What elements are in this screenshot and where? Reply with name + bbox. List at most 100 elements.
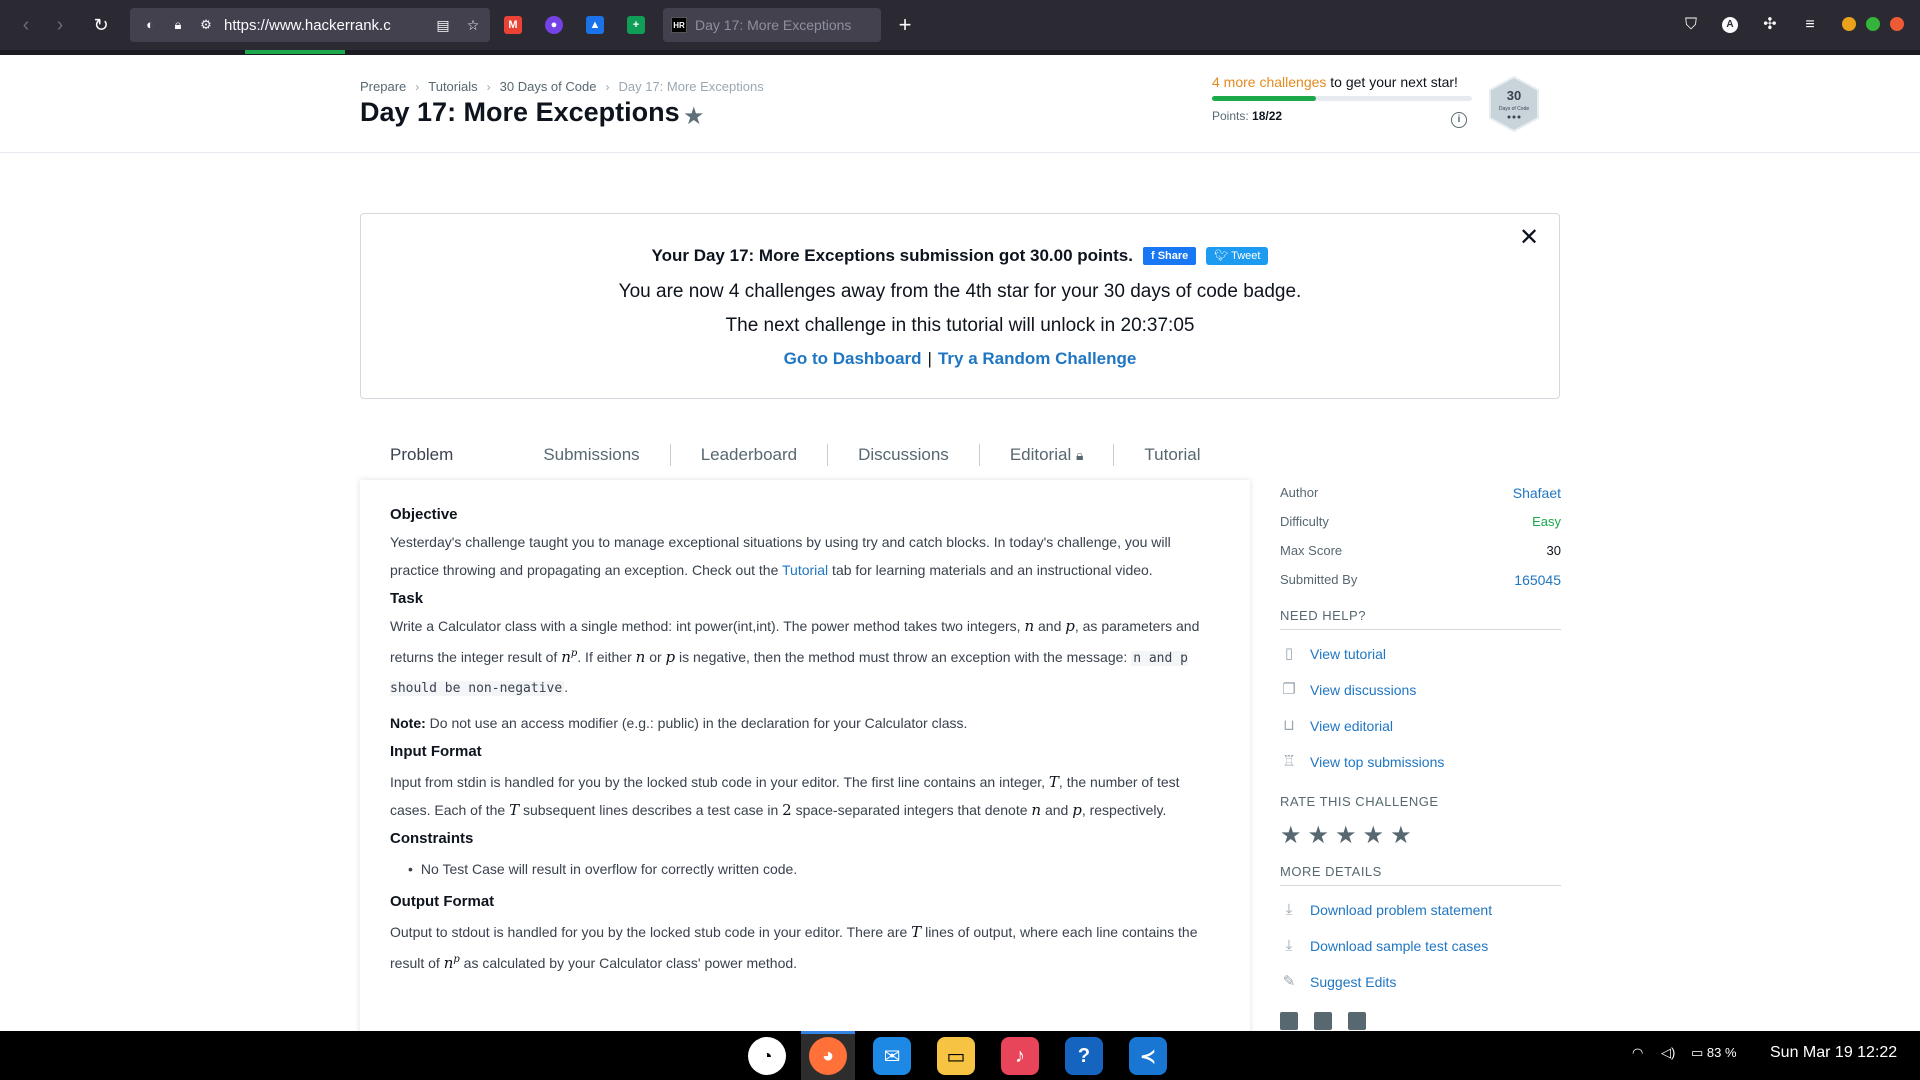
back-icon[interactable]: ‹ [13, 12, 39, 38]
author-link[interactable]: Shafaet [1513, 485, 1561, 501]
lock-icon[interactable]: 🔒︎ [170, 17, 186, 33]
meta-key: Author [1280, 485, 1319, 500]
pencil-icon: ✎ [1282, 973, 1296, 990]
input-text-part: , respectively. [1081, 802, 1167, 818]
mail-icon[interactable]: ✉ [873, 1037, 911, 1075]
extensions-icon[interactable]: ✣ [1758, 13, 1782, 37]
os-taskbar: ◔ ◕ ✉ ▭ ♪ ? ≺ ◠ ◁) ▭ 83 % Sun Mar 19 12:… [0, 1031, 1920, 1080]
clock[interactable]: Sun Mar 19 12:22 [1770, 1044, 1897, 1062]
rating-star-icon[interactable]: ★ [1363, 821, 1385, 850]
battery-icon: ▭ [1691, 1045, 1707, 1060]
vscode-icon[interactable]: ≺ [1129, 1037, 1167, 1075]
task-text-part: . If either [577, 649, 636, 665]
challenge-sidebar: Author Shafaet Difficulty Easy Max Score… [1280, 478, 1561, 1030]
maximize-button[interactable] [1866, 17, 1880, 31]
volume-icon[interactable]: ◁) [1661, 1045, 1675, 1061]
view-discussions-link[interactable]: ❐ View discussions [1280, 672, 1561, 708]
browser-toolbar: ‹ › ↻ ◐ 🔒︎ ⚙︎ https://www.hackerrank.c ▤… [0, 0, 1920, 50]
menu-icon[interactable]: ≡ [1798, 13, 1822, 37]
rating-star-icon[interactable]: ★ [1280, 821, 1302, 850]
math-T: T [509, 801, 520, 819]
open-book-icon: ⊔ [1283, 717, 1295, 734]
help-icon[interactable]: ? [1065, 1037, 1103, 1075]
bookmark-star-icon[interactable]: ★ [683, 102, 705, 131]
meta-author: Author Shafaet [1280, 478, 1561, 507]
wifi-icon[interactable]: ◠ [1632, 1045, 1643, 1061]
forward-icon[interactable]: › [47, 12, 73, 38]
facebook-share-button[interactable]: f Share [1142, 247, 1197, 265]
tab-editorial-label: Editorial [1009, 445, 1072, 464]
tab-submissions[interactable]: Submissions [513, 444, 671, 466]
tab-editorial[interactable]: Editorial 🔒︎ [980, 444, 1115, 466]
facebook-icon: f [1150, 250, 1158, 262]
info-icon[interactable]: i [1451, 112, 1467, 128]
random-challenge-link[interactable]: Try a Random Challenge [938, 349, 1136, 368]
new-tab-icon[interactable]: + [892, 12, 918, 38]
max-score-value: 30 [1546, 543, 1561, 558]
reader-view-icon[interactable]: ▤ [435, 17, 451, 33]
firefox-icon[interactable]: ◕ [809, 1037, 847, 1075]
hackerrank-icon: HR [671, 17, 687, 33]
minimize-button[interactable] [1842, 17, 1856, 31]
breadcrumb-tutorials[interactable]: Tutorials [428, 79, 477, 94]
account-icon[interactable]: A [1718, 13, 1742, 37]
tab-tutorial[interactable]: Tutorial [1114, 444, 1230, 466]
math-n: n [635, 648, 646, 666]
pinned-tab-firefox[interactable]: ● [539, 10, 569, 40]
pinned-tab-gmail[interactable]: M [498, 10, 528, 40]
facebook-icon[interactable] [1280, 1012, 1298, 1030]
tab-discussions[interactable]: Discussions [828, 444, 980, 466]
rating-stars: ★ ★ ★ ★ ★ [1280, 821, 1561, 850]
link-separator: | [927, 349, 932, 368]
reload-icon[interactable]: ↻ [88, 12, 114, 38]
download-statement-link[interactable]: ⤓ Download problem statement [1280, 892, 1561, 928]
suggest-edits-link[interactable]: ✎ Suggest Edits [1280, 964, 1561, 1000]
submitted-by-link[interactable]: 165045 [1514, 572, 1561, 588]
pinned-tab-contacts[interactable]: ▲ [580, 10, 610, 40]
pocket-icon[interactable]: ⛉ [1679, 13, 1703, 37]
rating-star-icon[interactable]: ★ [1390, 821, 1412, 850]
launcher-icon[interactable]: ◔ [748, 1037, 786, 1075]
math-p: p [1072, 801, 1082, 819]
breadcrumb-30-days[interactable]: 30 Days of Code [500, 79, 597, 94]
music-icon[interactable]: ♪ [1001, 1037, 1039, 1075]
tweet-button[interactable]: 🐦︎ Tweet [1206, 247, 1269, 265]
rating-star-icon[interactable]: ★ [1308, 821, 1330, 850]
linkedin-icon[interactable] [1348, 1012, 1366, 1030]
tutorial-link[interactable]: Tutorial [782, 562, 828, 578]
view-editorial-link[interactable]: ⊔ View editorial [1280, 708, 1561, 744]
download-icon: ⤓ [1285, 937, 1293, 954]
days-of-code-badge[interactable]: 30 Days of Code [1487, 75, 1541, 133]
tab-leaderboard[interactable]: Leaderboard [671, 444, 829, 466]
address-bar[interactable]: ◐ 🔒︎ ⚙︎ https://www.hackerrank.c ▤ ☆ [130, 8, 490, 42]
twitter-icon[interactable] [1314, 1012, 1332, 1030]
download-test-cases-link[interactable]: ⤓ Download sample test cases [1280, 928, 1561, 964]
go-to-dashboard-link[interactable]: Go to Dashboard [784, 349, 922, 368]
points-label: Points: [1212, 109, 1249, 123]
battery-indicator[interactable]: ▭ 83 % [1691, 1045, 1737, 1061]
files-icon[interactable]: ▭ [937, 1037, 975, 1075]
challenges-remaining-link[interactable]: 4 more challenges [1212, 74, 1326, 90]
breadcrumb-prepare[interactable]: Prepare [360, 79, 406, 94]
tab-problem[interactable]: Problem [360, 444, 513, 466]
url-text[interactable]: https://www.hackerrank.c [224, 17, 414, 34]
meta-key: Max Score [1280, 543, 1343, 558]
close-window-button[interactable] [1890, 17, 1904, 31]
tab-hackerrank[interactable]: HR Day 17: More Exceptions [663, 8, 881, 42]
shield-icon[interactable]: ◐ [142, 17, 158, 33]
view-tutorial-link[interactable]: ▯ View tutorial [1280, 636, 1561, 672]
lock-icon: 🔒︎ [1075, 447, 1084, 463]
meta-submitted-by: Submitted By 165045 [1280, 565, 1561, 594]
submission-success-card: ✕ Your Day 17: More Exceptions submissio… [360, 213, 1560, 399]
note-body: Do not use an access modifier (e.g.: pub… [425, 715, 968, 731]
meta-key: Difficulty [1280, 514, 1329, 529]
battery-percent: 83 % [1706, 1045, 1737, 1060]
link-label: Suggest Edits [1310, 974, 1397, 990]
rating-star-icon[interactable]: ★ [1335, 821, 1357, 850]
constraints-heading: Constraints [390, 830, 474, 847]
permissions-icon[interactable]: ⚙︎ [198, 17, 214, 33]
objective-text-part: tab for learning materials and an instru… [828, 562, 1153, 578]
pinned-tab-sheets[interactable]: + [621, 10, 651, 40]
view-top-submissions-link[interactable]: ♖ View top submissions [1280, 744, 1561, 780]
bookmark-star-icon[interactable]: ☆ [465, 17, 481, 33]
